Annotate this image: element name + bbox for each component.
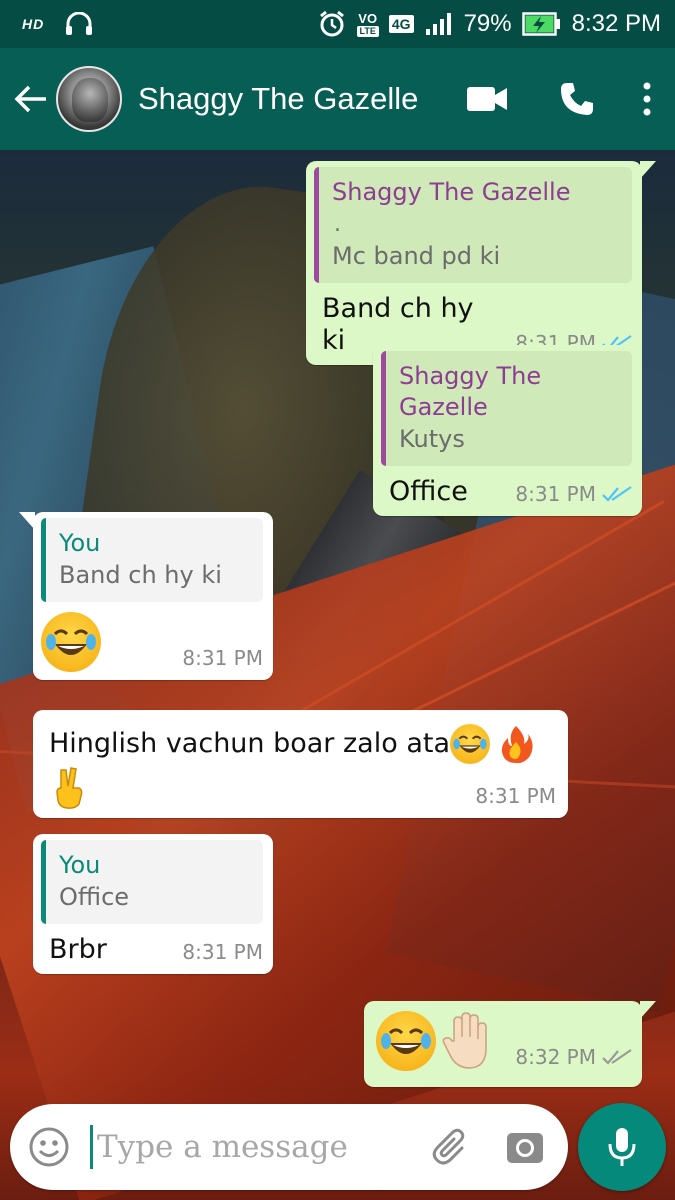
- message-time: 8:31 PM: [182, 645, 263, 670]
- quoted-message[interactable]: You Band ch hy ki: [41, 518, 263, 602]
- lte-label: LTE: [356, 25, 379, 37]
- quoted-text: Office: [59, 883, 130, 912]
- message-text: Brbr: [49, 933, 107, 965]
- message-bubble-incoming[interactable]: Hinglish vachun boar zalo ata 8:31 PM: [33, 710, 568, 818]
- video-call-button[interactable]: [447, 69, 527, 129]
- emoji-button[interactable]: [26, 1124, 72, 1170]
- camera-icon: [507, 1133, 543, 1163]
- message-bubble-outgoing[interactable]: Shaggy The Gazelle . Mc band pd ki Band …: [306, 161, 656, 366]
- quoted-author: You: [59, 529, 101, 557]
- quoted-message[interactable]: Shaggy The Gazelle Kutys: [381, 351, 632, 466]
- fire-emoji-icon: [501, 726, 533, 764]
- headset-icon: [66, 12, 93, 35]
- voice-message-button[interactable]: [578, 1103, 666, 1191]
- raised-hand-emoji-icon: [442, 1012, 487, 1069]
- message-bubble-outgoing[interactable]: Shaggy The Gazelle Kutys Office 8:31 PM: [373, 345, 642, 517]
- quoted-author: You: [59, 851, 101, 879]
- status-bar: HD VO LTE 4G 79% 8:32 PM: [0, 0, 675, 48]
- contact-avatar[interactable]: [56, 66, 122, 132]
- message-bubble-incoming[interactable]: You Office Brbr 8:31 PM: [33, 834, 273, 974]
- quoted-text: Kutys: [399, 425, 465, 454]
- victory-hand-emoji-icon: [56, 767, 83, 809]
- voice-call-icon: [561, 83, 593, 115]
- quoted-author: Shaggy The Gazelle: [332, 178, 571, 206]
- message-time: 8:32 PM: [515, 1045, 596, 1069]
- network-type-badge: 4G: [388, 15, 414, 33]
- video-call-icon: [467, 87, 507, 111]
- camera-button[interactable]: [502, 1124, 548, 1170]
- message-text: Office: [389, 475, 468, 507]
- emoji-icon: [29, 1127, 69, 1167]
- signal-icon: [425, 13, 451, 35]
- attach-button[interactable]: [428, 1124, 474, 1170]
- battery-percent: 79%: [463, 10, 512, 37]
- chat-header: Shaggy The Gazelle: [0, 48, 675, 150]
- quoted-message[interactable]: You Office: [41, 840, 263, 924]
- text-cursor: [90, 1125, 93, 1169]
- status-time: 8:32 PM: [571, 10, 661, 37]
- message-text: Hinglish vachun boar zalo ata: [49, 727, 450, 759]
- contact-name[interactable]: Shaggy The Gazelle: [138, 81, 418, 117]
- message-bubble-incoming[interactable]: You Band ch hy ki 8:31 PM: [19, 512, 273, 680]
- volte-label: VO: [358, 10, 378, 26]
- quoted-author: Shaggy The Gazelle: [399, 362, 542, 422]
- message-composer: [10, 1104, 568, 1190]
- back-button[interactable]: [6, 74, 56, 124]
- tears-of-joy-emoji-icon: [41, 611, 101, 672]
- message-input[interactable]: [97, 1129, 397, 1165]
- message-time: 8:31 PM: [182, 939, 263, 964]
- back-arrow-icon: [14, 85, 46, 113]
- attach-icon: [432, 1128, 465, 1165]
- hd-indicator: HD: [22, 16, 45, 32]
- voice-call-button[interactable]: [537, 69, 617, 129]
- quoted-message[interactable]: Shaggy The Gazelle . Mc band pd ki: [314, 167, 632, 283]
- tears-of-joy-emoji-icon: [376, 1011, 436, 1071]
- quoted-text: Mc band pd ki: [332, 242, 501, 271]
- mic-icon: [608, 1128, 636, 1166]
- read-ticks-icon: [602, 486, 632, 502]
- more-vert-icon: [643, 82, 651, 116]
- quoted-text: Band ch hy ki: [59, 561, 222, 590]
- volte-indicator: VO LTE: [356, 10, 379, 37]
- message-bubble-outgoing[interactable]: 8:32 PM: [364, 1001, 656, 1087]
- battery-charging-icon: [521, 12, 560, 36]
- tears-of-joy-emoji-icon: [450, 724, 490, 764]
- delivered-ticks-icon: [602, 1049, 632, 1065]
- quoted-dot: .: [334, 212, 341, 238]
- message-time: 8:31 PM: [475, 784, 556, 808]
- alarm-icon: [319, 10, 344, 37]
- more-options-button[interactable]: [627, 69, 667, 129]
- message-time: 8:31 PM: [515, 482, 596, 507]
